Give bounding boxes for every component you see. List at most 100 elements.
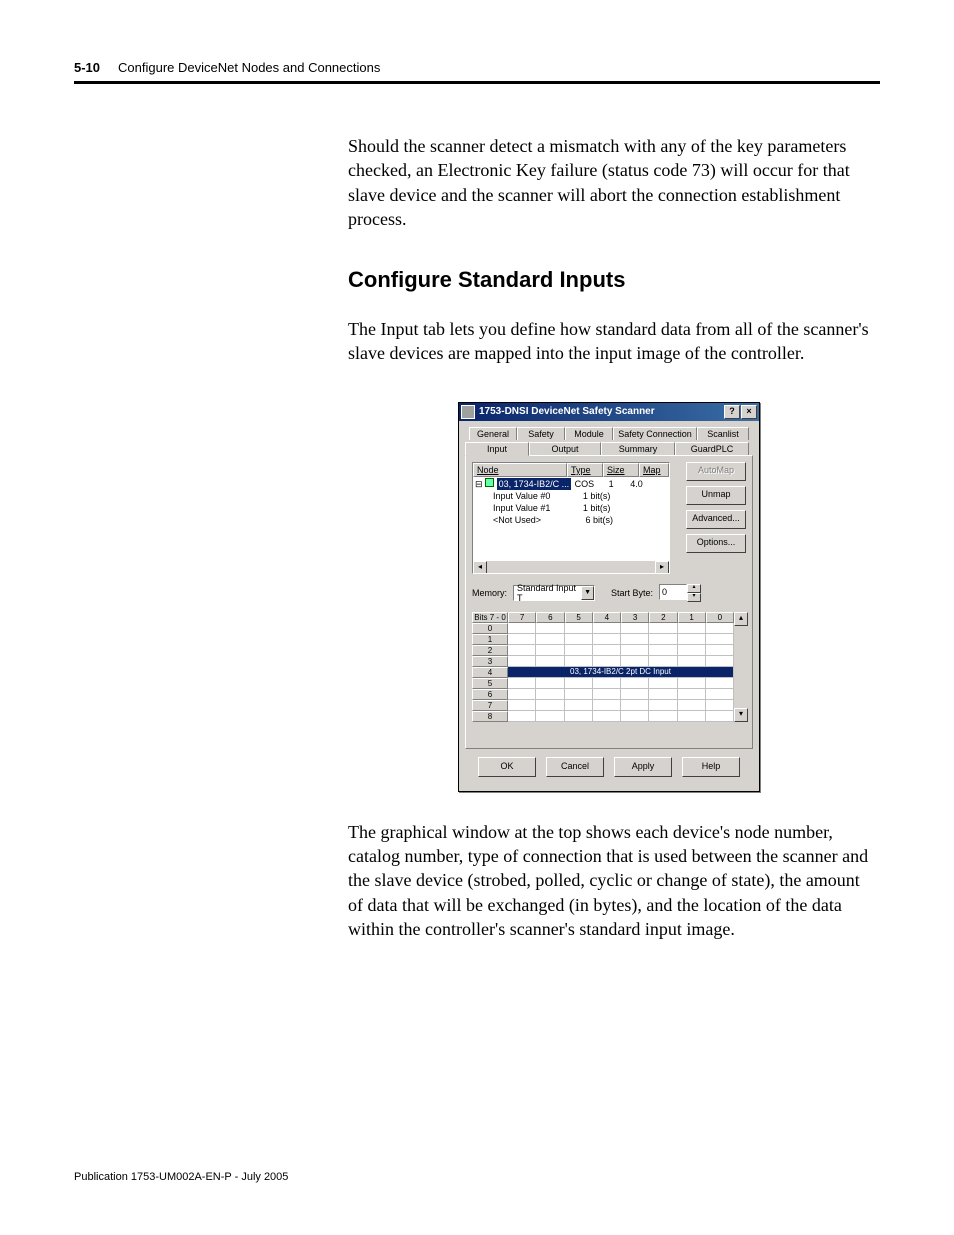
grid-cell[interactable] xyxy=(621,656,649,667)
grid-cell[interactable] xyxy=(649,645,677,656)
close-button[interactable]: × xyxy=(741,405,757,419)
grid-cell[interactable] xyxy=(593,689,621,700)
grid-cell[interactable] xyxy=(508,634,536,645)
grid-cell[interactable] xyxy=(649,678,677,689)
grid-row-8[interactable]: 8 xyxy=(472,711,734,722)
grid-cell[interactable] xyxy=(508,689,536,700)
grid-cell[interactable] xyxy=(706,711,734,722)
grid-cell[interactable] xyxy=(565,689,593,700)
grid-cell[interactable] xyxy=(706,700,734,711)
grid-cell[interactable] xyxy=(678,678,706,689)
scroll-down-icon[interactable]: ▾ xyxy=(734,708,748,722)
grid-vscrollbar[interactable]: ▴ ▾ xyxy=(734,612,746,722)
grid-cell[interactable] xyxy=(565,645,593,656)
grid-cell[interactable] xyxy=(565,623,593,634)
grid-cell[interactable] xyxy=(706,623,734,634)
grid-cell[interactable] xyxy=(621,645,649,656)
tree-row-root[interactable]: ⊟ 03, 1734-IB2/C ... COS 1 4.0 xyxy=(475,478,667,490)
spinner-down-icon[interactable]: ▾ xyxy=(687,593,701,602)
grid-cell[interactable] xyxy=(621,689,649,700)
grid-row-0[interactable]: 0 xyxy=(472,623,734,634)
grid-cell[interactable] xyxy=(536,623,564,634)
grid-cell[interactable] xyxy=(593,623,621,634)
grid-cell[interactable] xyxy=(706,634,734,645)
help-button[interactable]: ? xyxy=(724,405,740,419)
grid-row-2[interactable]: 2 xyxy=(472,645,734,656)
start-byte-spinner[interactable]: 0 ▴ ▾ xyxy=(659,584,701,602)
grid-cell[interactable] xyxy=(621,700,649,711)
cancel-button[interactable]: Cancel xyxy=(546,757,604,777)
grid-cell[interactable] xyxy=(678,689,706,700)
grid-cell[interactable] xyxy=(565,634,593,645)
tree-row-child-2[interactable]: <Not Used> 6 bit(s) xyxy=(475,514,667,526)
scroll-right-icon[interactable]: ▸ xyxy=(655,561,669,574)
start-byte-value[interactable]: 0 xyxy=(659,584,687,600)
grid-cell[interactable] xyxy=(649,711,677,722)
th-type[interactable]: Type xyxy=(567,463,603,477)
scroll-up-icon[interactable]: ▴ xyxy=(734,612,748,626)
grid-cell[interactable] xyxy=(649,656,677,667)
tree-row-child-0[interactable]: Input Value #0 1 bit(s) xyxy=(475,490,667,502)
tab-guardplc[interactable]: GuardPLC xyxy=(675,442,749,455)
grid-row-5[interactable]: 5 xyxy=(472,678,734,689)
grid-cell[interactable] xyxy=(678,656,706,667)
grid-cell[interactable] xyxy=(565,678,593,689)
grid-cell[interactable] xyxy=(508,678,536,689)
grid-cell[interactable] xyxy=(593,711,621,722)
spinner-up-icon[interactable]: ▴ xyxy=(687,584,701,593)
grid-cell[interactable] xyxy=(649,623,677,634)
tab-safety[interactable]: Safety xyxy=(517,427,565,440)
grid-cell[interactable] xyxy=(565,656,593,667)
apply-button[interactable]: Apply xyxy=(614,757,672,777)
grid-cell[interactable] xyxy=(649,689,677,700)
automap-button[interactable]: AutoMap xyxy=(686,462,746,481)
grid-cell[interactable] xyxy=(706,656,734,667)
tab-general[interactable]: General xyxy=(469,427,517,440)
grid-cell[interactable] xyxy=(621,623,649,634)
grid-cell[interactable] xyxy=(621,711,649,722)
tree-row-child-1[interactable]: Input Value #1 1 bit(s) xyxy=(475,502,667,514)
grid-row-3[interactable]: 3 xyxy=(472,656,734,667)
tree-scrollbar[interactable]: ◂ ▸ xyxy=(473,560,669,573)
advanced-button[interactable]: Advanced... xyxy=(686,510,746,529)
grid-cell[interactable] xyxy=(649,700,677,711)
grid-cell[interactable] xyxy=(621,634,649,645)
tab-summary[interactable]: Summary xyxy=(601,442,675,455)
grid-cell[interactable] xyxy=(593,700,621,711)
tab-safety-connection[interactable]: Safety Connection xyxy=(613,427,697,440)
grid-cell[interactable] xyxy=(508,711,536,722)
grid-cell[interactable] xyxy=(508,700,536,711)
tab-scanlist[interactable]: Scanlist xyxy=(697,427,749,440)
grid-cell[interactable] xyxy=(678,634,706,645)
ok-button[interactable]: OK xyxy=(478,757,536,777)
grid-cell[interactable] xyxy=(706,645,734,656)
grid-cell[interactable] xyxy=(536,711,564,722)
grid-cell[interactable] xyxy=(536,645,564,656)
help-button-bottom[interactable]: Help xyxy=(682,757,740,777)
scroll-left-icon[interactable]: ◂ xyxy=(473,561,487,574)
grid-row-6[interactable]: 6 xyxy=(472,689,734,700)
tab-input[interactable]: Input xyxy=(465,442,529,456)
grid-highlight-cell[interactable]: 03, 1734-IB2/C 2pt DC Input xyxy=(508,667,734,678)
grid-cell[interactable] xyxy=(621,678,649,689)
grid-cell[interactable] xyxy=(678,623,706,634)
options-button[interactable]: Options... xyxy=(686,534,746,553)
grid-cell[interactable] xyxy=(593,645,621,656)
grid-cell[interactable] xyxy=(706,678,734,689)
grid-row-7[interactable]: 7 xyxy=(472,700,734,711)
th-node[interactable]: Node xyxy=(473,463,567,477)
grid-cell[interactable] xyxy=(536,656,564,667)
th-size[interactable]: Size xyxy=(603,463,639,477)
grid-cell[interactable] xyxy=(649,634,677,645)
grid-cell[interactable] xyxy=(536,700,564,711)
tab-module[interactable]: Module xyxy=(565,427,613,440)
grid-cell[interactable] xyxy=(536,634,564,645)
grid-cell[interactable] xyxy=(678,711,706,722)
grid-cell[interactable] xyxy=(565,700,593,711)
th-map[interactable]: Map xyxy=(639,463,669,477)
grid-cell[interactable] xyxy=(508,656,536,667)
grid-cell[interactable] xyxy=(706,689,734,700)
grid-row-4[interactable]: 403, 1734-IB2/C 2pt DC Input xyxy=(472,667,734,678)
grid-cell[interactable] xyxy=(678,700,706,711)
grid-cell[interactable] xyxy=(593,634,621,645)
